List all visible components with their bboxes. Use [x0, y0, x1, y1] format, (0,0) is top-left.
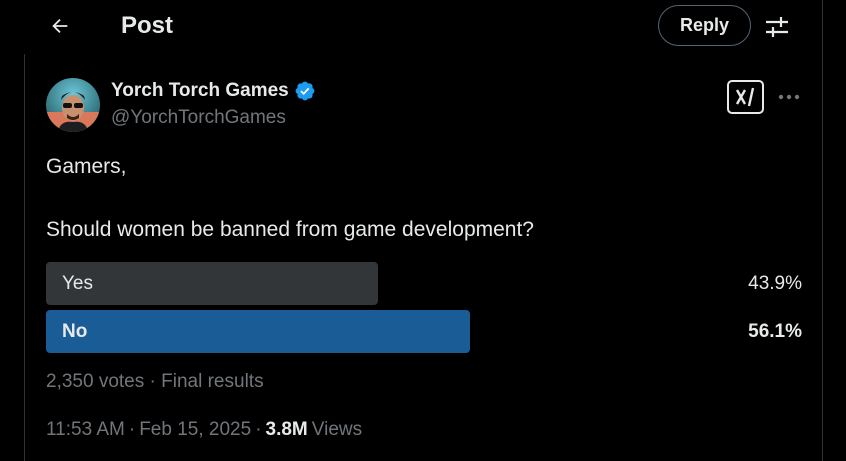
separator: · — [149, 371, 156, 392]
tweet-date[interactable]: Feb 15, 2025 — [139, 419, 251, 441]
page-title: Post — [121, 12, 174, 39]
tweet-text-line2: Should women be banned from game develop… — [46, 218, 534, 241]
separator: · — [128, 419, 136, 440]
poll-option-label: No — [62, 321, 88, 342]
author-name[interactable]: Yorch Torch Games — [111, 80, 289, 102]
author-handle[interactable]: @YorchTorchGames — [111, 107, 286, 129]
separator: · — [255, 419, 262, 440]
column-border-right — [822, 0, 823, 461]
author-name-row[interactable]: Yorch Torch Games — [111, 80, 316, 102]
poll-bar-yes — [46, 262, 378, 305]
back-button[interactable] — [42, 8, 78, 44]
grok-button[interactable] — [727, 80, 764, 114]
poll-option-percent: 43.9% — [748, 273, 802, 294]
tweet-time[interactable]: 11:53 AM — [46, 419, 125, 441]
poll-option-percent: 56.1% — [748, 321, 802, 342]
column-border-left — [24, 54, 25, 461]
reply-button[interactable]: Reply — [658, 5, 751, 46]
poll-option-label: Yes — [62, 273, 93, 294]
back-arrow-icon — [52, 18, 68, 34]
sliders-icon — [766, 17, 788, 37]
verified-badge-icon[interactable] — [294, 80, 316, 102]
post-header: Post Reply — [0, 0, 846, 54]
poll-summary: 2,350 votes · Final results — [46, 371, 264, 393]
poll-option-no[interactable]: No 56.1% — [46, 310, 802, 353]
tweet-metadata: 11:53 AM · Feb 15, 2025 · 3.8M Views — [46, 419, 362, 441]
poll-option-yes[interactable]: Yes 43.9% — [46, 262, 802, 305]
poll-bar-no — [46, 310, 470, 353]
grok-icon — [735, 87, 754, 107]
avatar-image — [46, 92, 100, 132]
tweet-text-line1: Gamers, — [46, 155, 127, 178]
views-count[interactable]: 3.8M — [266, 419, 308, 441]
avatar[interactable] — [46, 78, 100, 132]
views-label[interactable]: Views — [312, 419, 362, 441]
poll-votes: 2,350 votes — [46, 371, 145, 392]
poll-status: Final results — [161, 371, 264, 392]
more-options-button[interactable] — [776, 86, 802, 108]
more-dots-icon — [778, 94, 800, 100]
settings-button[interactable] — [762, 12, 792, 42]
